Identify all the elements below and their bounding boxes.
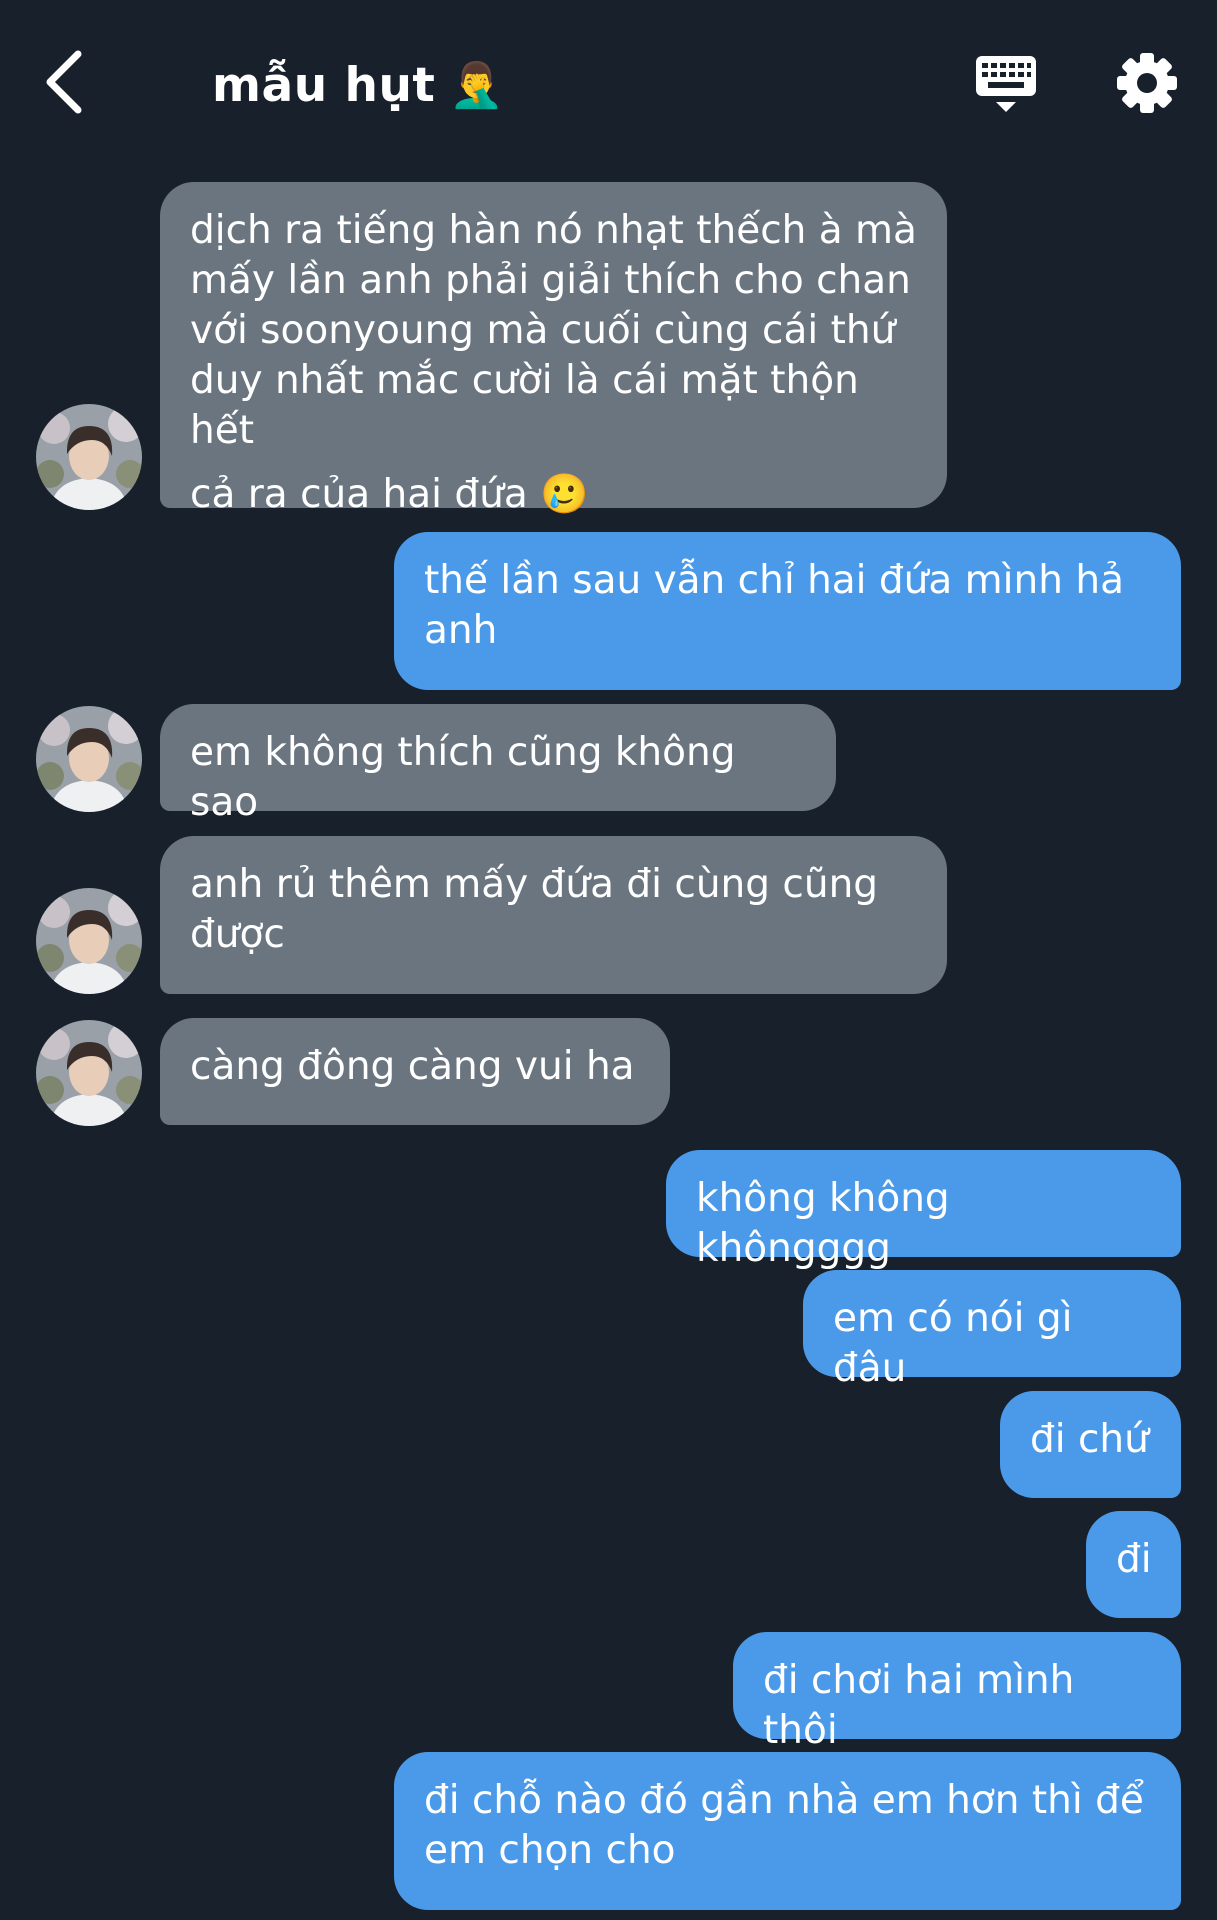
message-text-line: đi	[1116, 1537, 1152, 1582]
settings-button[interactable]	[1116, 52, 1178, 114]
message-text-line: đi chỗ nào đó gần nhà em hơn thì để	[424, 1778, 1144, 1823]
message-text-line: càng đông càng vui ha	[190, 1044, 635, 1089]
chat-title-text: mẫu hụt	[212, 57, 436, 113]
avatar-photo	[36, 888, 142, 994]
outgoing-message-bubble[interactable]: không không khôngggg	[666, 1150, 1181, 1271]
contact-avatar[interactable]	[36, 1020, 142, 1126]
outgoing-message-bubble[interactable]: em có nói gì đâu	[803, 1270, 1181, 1391]
avatar-photo	[36, 706, 142, 812]
message-text-line: với soonyoung mà cuối cùng cái thứ	[190, 308, 896, 353]
message-text-line: anh rủ thêm mấy đứa đi cùng cũng	[190, 862, 879, 907]
back-button[interactable]	[38, 46, 90, 118]
incoming-message-bubble[interactable]: dịch ra tiếng hàn nó nhạt thếch à mà mấy…	[160, 182, 947, 517]
outgoing-message-bubble[interactable]: đi chơi hai mình thôi	[733, 1632, 1181, 1753]
avatar-photo	[36, 404, 142, 510]
contact-avatar[interactable]	[36, 888, 142, 994]
message-text-line: em không thích cũng không sao	[190, 730, 736, 825]
message-text-line: đi chứ	[1030, 1417, 1149, 1462]
message-text-line: anh	[424, 608, 498, 653]
outgoing-message-bubble[interactable]: thế lần sau vẫn chỉ hai đứa mình hả anh	[394, 532, 1181, 690]
outgoing-message-bubble[interactable]: đi chứ	[1000, 1391, 1181, 1498]
message-text-line: duy nhất mắc cười là cái mặt thộn hết	[190, 358, 859, 453]
incoming-message-bubble[interactable]: anh rủ thêm mấy đứa đi cùng cũng được	[160, 836, 947, 994]
outgoing-message-bubble[interactable]: đi chỗ nào đó gần nhà em hơn thì để em c…	[394, 1752, 1181, 1910]
message-text-line: được	[190, 912, 285, 957]
message-text-line: dịch ra tiếng hàn nó nhạt thếch à mà	[190, 208, 917, 253]
message-text-line: cả ra của hai đứa 🥲	[190, 472, 589, 517]
avatar-photo	[36, 1020, 142, 1126]
keyboard-icon	[976, 56, 1036, 112]
facepalm-emoji: 🤦‍♂️	[449, 60, 505, 111]
chat-title: mẫu hụt 🤦‍♂️	[212, 52, 505, 118]
outgoing-message-bubble[interactable]: đi	[1086, 1511, 1181, 1618]
message-text-line: em chọn cho	[424, 1828, 676, 1873]
contact-avatar[interactable]	[36, 706, 142, 812]
message-text-line: đi chơi hai mình thôi	[763, 1658, 1075, 1753]
message-text-line: em có nói gì đâu	[833, 1296, 1073, 1391]
message-text-line: thế lần sau vẫn chỉ hai đứa mình hả	[424, 558, 1124, 603]
contact-avatar[interactable]	[36, 404, 142, 510]
incoming-message-bubble[interactable]: càng đông càng vui ha	[160, 1018, 670, 1125]
chevron-left-icon	[46, 50, 82, 114]
message-text-line: không không khôngggg	[696, 1176, 950, 1271]
gear-icon	[1117, 53, 1177, 113]
incoming-message-bubble[interactable]: em không thích cũng không sao	[160, 704, 836, 825]
message-text-line: mấy lần anh phải giải thích cho chan	[190, 258, 911, 303]
chat-header: mẫu hụt 🤦‍♂️	[0, 0, 1217, 170]
keyboard-toggle-button[interactable]	[972, 52, 1040, 120]
